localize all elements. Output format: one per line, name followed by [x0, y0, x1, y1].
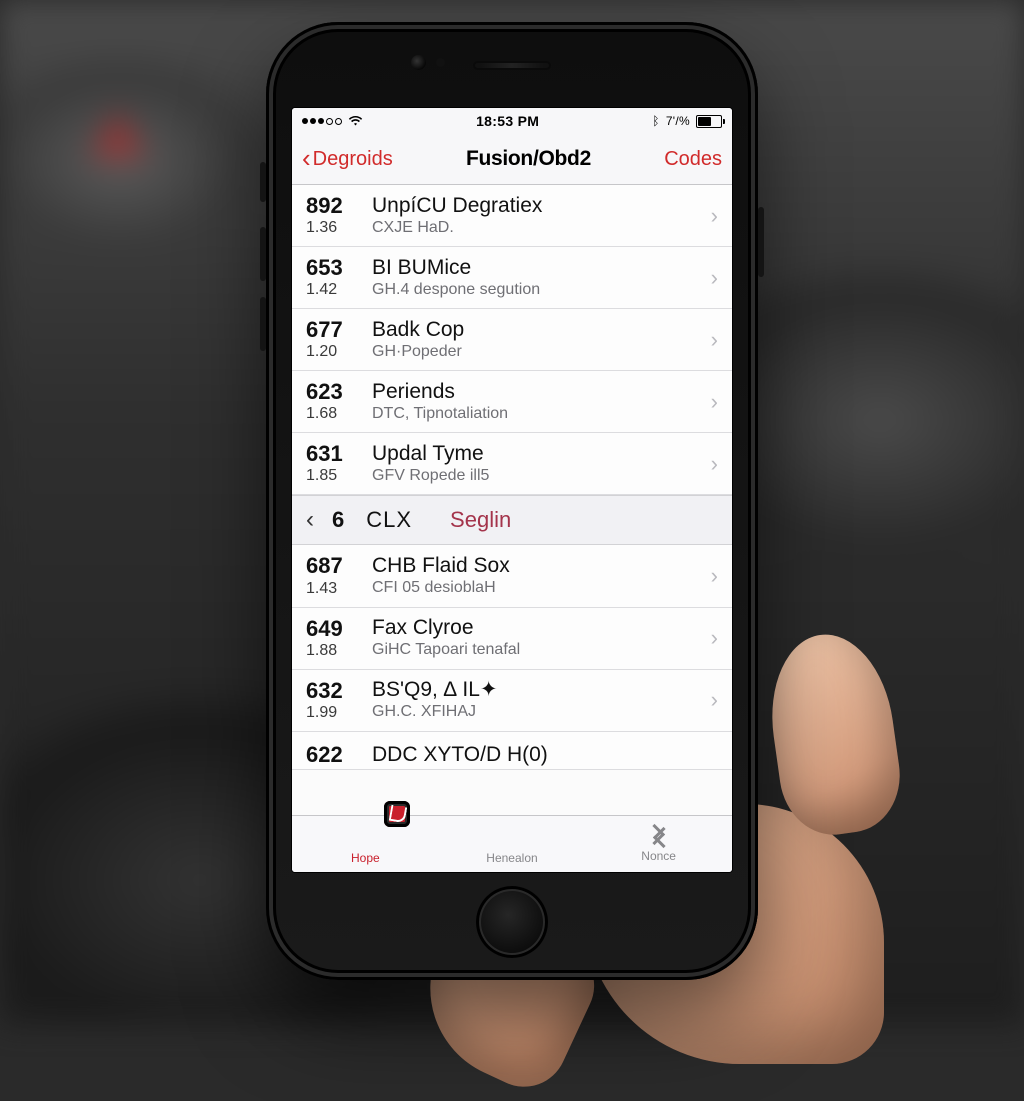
item-title: BS'Q9, ∆ IL✦	[372, 679, 703, 701]
proximity-sensor	[436, 58, 445, 67]
item-code: 623	[306, 380, 364, 403]
tab-home[interactable]: Hope	[320, 823, 410, 865]
item-subcode: 1.99	[306, 704, 364, 722]
item-title: DDC XYTO/D H(0)	[372, 744, 718, 766]
nav-back-button[interactable]: ‹ Degroids	[302, 146, 393, 172]
tab-home-label: Hope	[351, 851, 380, 865]
item-desc: GH·Popeder	[372, 343, 703, 361]
wifi-icon	[348, 114, 363, 129]
list-item[interactable]: 631 1.85 Updal Tyme GFV Ropede ill5 ›	[292, 433, 732, 495]
arrows-icon	[647, 825, 671, 847]
tab-right-label: Nonce	[641, 849, 676, 863]
nav-action-button[interactable]: Codes	[664, 148, 722, 171]
list-item[interactable]: 892 1.36 UnpíCU Degratiex CXJE HaD. ›	[292, 185, 732, 247]
item-code: 892	[306, 194, 364, 217]
item-code: 649	[306, 617, 364, 640]
item-desc: GH.C. XFIHAJ	[372, 703, 703, 721]
list-item[interactable]: 687 1.43 CHB Flaid Sox CFI 05 desioblaH ›	[292, 545, 732, 607]
chevron-right-icon: ›	[711, 625, 718, 651]
home-icon	[384, 801, 410, 827]
item-subcode: 1.36	[306, 219, 364, 237]
battery-icon	[696, 115, 722, 128]
tab-bar: Hope Henealon Nonce	[292, 815, 732, 872]
item-title: BI BUMice	[372, 257, 703, 279]
item-subcode: 1.43	[306, 580, 364, 598]
tab-middle-label: Henealon	[486, 851, 537, 865]
item-desc: DTC, Tipnotaliation	[372, 405, 703, 423]
screen: 18:53 PM ᛒ 7'/% ‹ Degroids Fusion/Obd2 C…	[292, 108, 732, 872]
item-code: 687	[306, 554, 364, 577]
mute-switch	[260, 162, 266, 202]
section-code: CLX	[366, 507, 412, 533]
volume-down-button	[260, 297, 266, 351]
item-desc: CFI 05 desioblaH	[372, 579, 703, 597]
status-time: 18:53 PM	[476, 113, 539, 129]
signal-dots-icon	[302, 118, 342, 125]
item-code: 677	[306, 318, 364, 341]
item-title: Badk Cop	[372, 319, 703, 341]
item-code: 622	[306, 743, 364, 766]
bluetooth-icon: ᛒ	[652, 114, 660, 128]
section-prev-button[interactable]: ‹	[306, 506, 314, 534]
nav-title: Fusion/Obd2	[466, 147, 591, 171]
item-desc: GiHC Tapoari tenafal	[372, 641, 703, 659]
section-label: Seglin	[450, 507, 511, 533]
section-header[interactable]: ‹ 6 CLX Seglin	[292, 495, 732, 545]
item-title: Fax Clyroe	[372, 617, 703, 639]
list-item[interactable]: 677 1.20 Badk Cop GH·Popeder ›	[292, 309, 732, 371]
power-button	[758, 207, 764, 277]
item-desc: CXJE HaD.	[372, 219, 703, 237]
chevron-right-icon: ›	[711, 203, 718, 229]
chevron-right-icon: ›	[711, 563, 718, 589]
item-subcode: 1.20	[306, 343, 364, 361]
home-button[interactable]	[476, 886, 548, 958]
earpiece-speaker	[473, 61, 551, 70]
item-subcode: 1.42	[306, 281, 364, 299]
item-desc: GFV Ropede ill5	[372, 467, 703, 485]
battery-percent: 7'/%	[666, 114, 690, 128]
code-list[interactable]: 892 1.36 UnpíCU Degratiex CXJE HaD. › 653 1.42…	[292, 185, 732, 815]
chevron-right-icon: ›	[711, 687, 718, 713]
item-subcode: 1.88	[306, 642, 364, 660]
list-item[interactable]: 653 1.42 BI BUMice GH.4 despone segution ›	[292, 247, 732, 309]
list-item[interactable]: 649 1.88 Fax Clyroe GiHC Tapoari tenafal ›	[292, 608, 732, 670]
item-title: UnpíCU Degratiex	[372, 195, 703, 217]
tab-right[interactable]: Nonce	[614, 825, 704, 863]
nav-bar: ‹ Degroids Fusion/Obd2 Codes	[292, 134, 732, 185]
item-title: CHB Flaid Sox	[372, 555, 703, 577]
item-title: Periends	[372, 381, 703, 403]
item-subcode: 1.68	[306, 405, 364, 423]
chevron-right-icon: ›	[711, 451, 718, 477]
list-item[interactable]: 622 DDC XYTO/D H(0)	[292, 732, 732, 770]
volume-up-button	[260, 227, 266, 281]
item-title: Updal Tyme	[372, 443, 703, 465]
nav-back-label: Degroids	[313, 148, 393, 171]
chevron-right-icon: ›	[711, 265, 718, 291]
item-desc: GH.4 despone segution	[372, 281, 703, 299]
phone-body: 18:53 PM ᛒ 7'/% ‹ Degroids Fusion/Obd2 C…	[266, 22, 758, 980]
status-bar: 18:53 PM ᛒ 7'/%	[292, 108, 732, 134]
list-item[interactable]: 623 1.68 Periends DTC, Tipnotaliation ›	[292, 371, 732, 433]
chevron-right-icon: ›	[711, 389, 718, 415]
item-code: 631	[306, 442, 364, 465]
item-code: 653	[306, 256, 364, 279]
list-item[interactable]: 632 1.99 BS'Q9, ∆ IL✦ GH.C. XFIHAJ ›	[292, 670, 732, 732]
section-number: 6	[332, 507, 344, 533]
front-camera	[411, 55, 426, 70]
item-code: 632	[306, 679, 364, 702]
tab-middle[interactable]: Henealon	[467, 823, 557, 865]
chevron-right-icon: ›	[711, 327, 718, 353]
item-subcode: 1.85	[306, 467, 364, 485]
chevron-left-icon: ‹	[302, 145, 311, 171]
